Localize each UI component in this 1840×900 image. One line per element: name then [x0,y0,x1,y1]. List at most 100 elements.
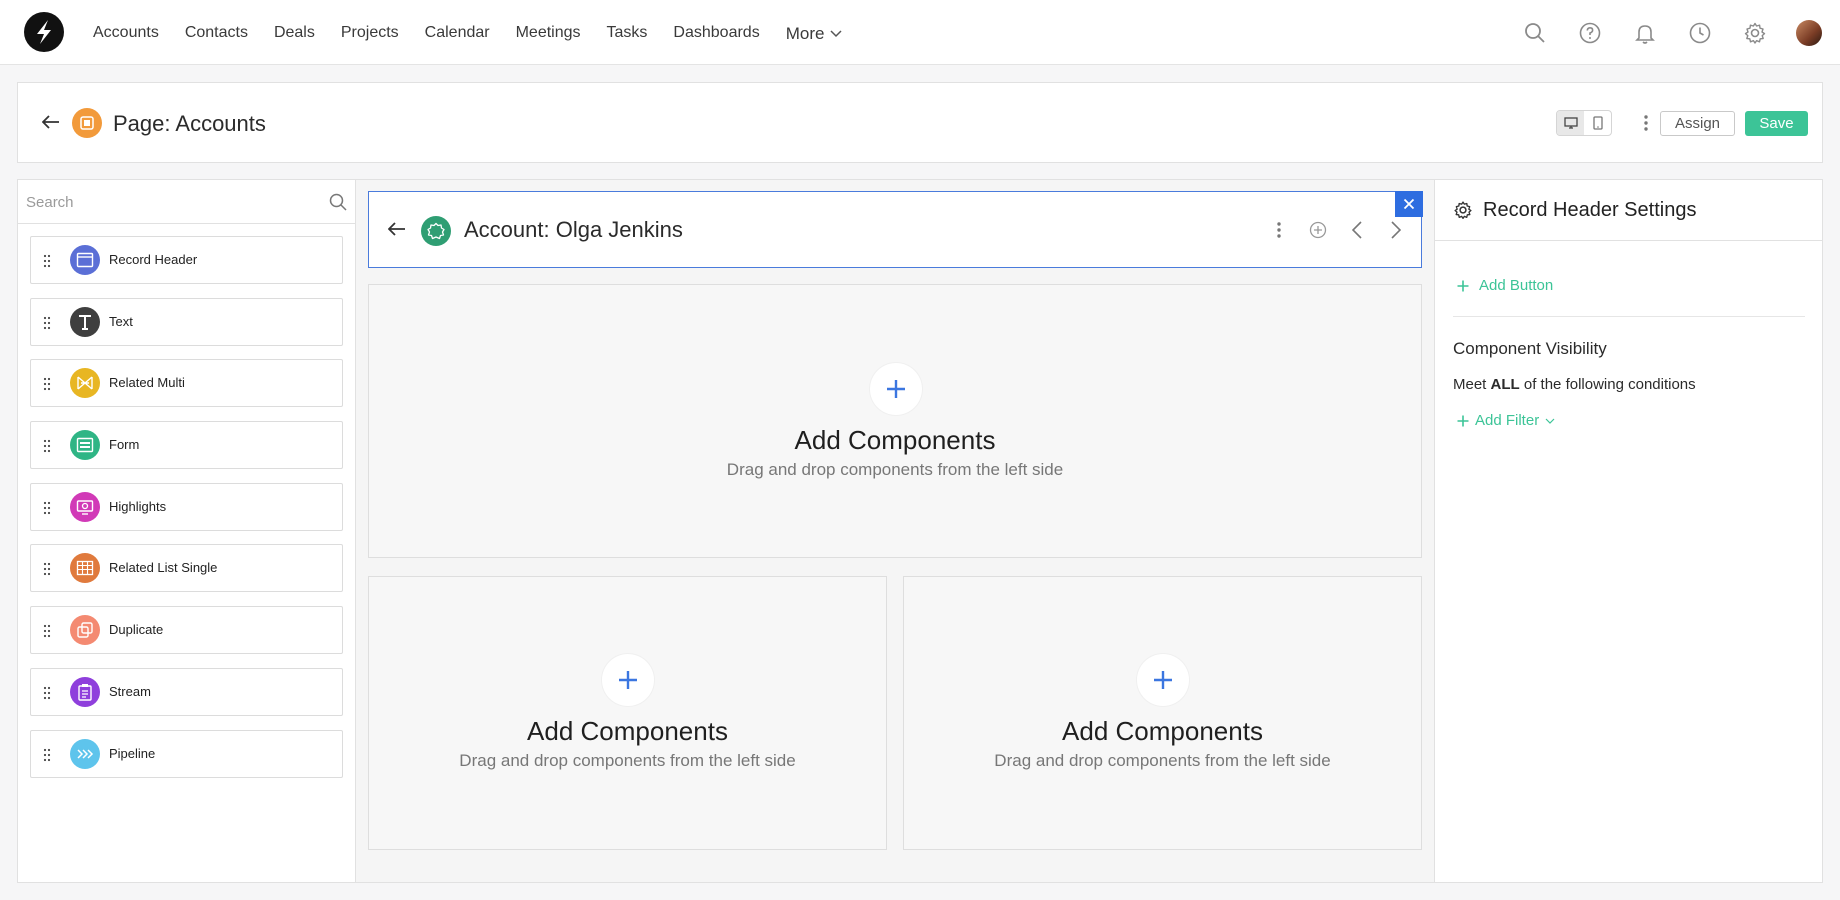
bell-icon[interactable] [1617,13,1672,53]
add-component-button[interactable] [870,363,922,415]
plus-icon [1457,415,1469,426]
component-highlights[interactable]: Highlights [30,482,343,531]
condition-suffix: of the following conditions [1523,376,1696,393]
settings-panel: Record Header Settings Add Button Compon… [1434,179,1823,883]
logo-icon[interactable] [24,12,64,52]
chevron-down-icon [830,29,842,37]
component-label: Duplicate [109,622,164,638]
chevron-left-icon[interactable] [1337,212,1376,248]
search-icon[interactable] [328,192,348,212]
nav-item-calendar[interactable]: Calendar [425,24,490,42]
related-list-icon [70,553,100,584]
mobile-view-icon[interactable] [1584,111,1611,135]
nav-item-accounts[interactable]: Accounts [93,24,159,42]
add-circle-icon[interactable] [1298,212,1337,248]
component-label: Highlights [109,498,167,514]
search-icon[interactable] [1507,13,1562,53]
drag-handle-icon[interactable] [43,748,51,762]
page-title: Page: Accounts [113,111,266,136]
nav-item-deals[interactable]: Deals [274,24,315,42]
more-options-icon[interactable] [1259,212,1298,248]
drop-zone-subtitle: Drag and drop components from the left s… [459,751,796,770]
add-filter-dropdown[interactable]: Add Filter [1457,412,1555,429]
component-label: Pipeline [109,745,156,761]
component-record-header[interactable]: Record Header [30,236,343,284]
drag-handle-icon[interactable] [43,377,51,391]
component-pipeline[interactable]: Pipeline [30,729,343,778]
gear-icon [1454,201,1472,219]
clock-icon[interactable] [1672,13,1727,53]
record-header-icon [70,245,100,275]
component-label: Text [109,313,133,329]
component-related-multi[interactable]: Related Multi [30,359,343,408]
avatar[interactable] [1796,19,1822,46]
duplicate-icon [70,615,100,646]
components-panel: Record Header Text Related Multi Form [17,179,356,883]
chevron-right-icon[interactable] [1376,212,1415,248]
drag-handle-icon[interactable] [43,439,51,453]
component-related-list-single[interactable]: Related List Single [30,544,343,593]
nav-item-contacts[interactable]: Contacts [185,24,248,42]
drop-zone-subtitle: Drag and drop components from the left s… [726,460,1064,479]
drag-handle-icon[interactable] [43,501,51,515]
component-label: Stream [109,683,151,699]
account-icon [421,216,451,246]
component-label: Related Multi [109,375,185,391]
component-form[interactable]: Form [30,421,343,470]
nav-more-menu[interactable]: More [786,24,843,44]
settings-title: Record Header Settings [1483,199,1697,221]
gear-icon[interactable] [1727,13,1782,53]
drag-handle-icon[interactable] [43,254,51,268]
drag-handle-icon[interactable] [43,562,51,576]
component-text[interactable]: Text [30,297,343,346]
component-list: Record Header Text Related Multi Form Hi… [30,236,343,791]
help-icon[interactable] [1562,13,1617,53]
drop-zone-bottom-left[interactable]: Add Components Drag and drop components … [368,576,887,850]
drop-zone-title: Add Components [794,425,996,455]
back-arrow-icon[interactable] [385,217,409,241]
drop-zone-subtitle: Drag and drop components from the left s… [994,751,1331,770]
desktop-view-icon[interactable] [1557,111,1584,135]
pipeline-icon [70,738,100,769]
drop-zone-title: Add Components [527,716,728,746]
record-header-component[interactable]: Account: Olga Jenkins [368,191,1422,268]
component-stream[interactable]: Stream [30,667,343,716]
nav-item-meetings[interactable]: Meetings [516,24,581,42]
condition-text: Meet ALL of the following conditions [1453,376,1696,393]
record-title: Account: Olga Jenkins [464,217,683,242]
stream-icon [70,676,100,707]
nav-item-dashboards[interactable]: Dashboards [673,24,759,42]
drag-handle-icon[interactable] [43,316,51,330]
drop-zone-bottom-right[interactable]: Add Components Drag and drop components … [903,576,1422,850]
save-button[interactable]: Save [1745,111,1808,136]
close-icon[interactable] [1395,191,1423,217]
nav-item-tasks[interactable]: Tasks [607,24,648,42]
drop-zone-top[interactable]: Add Components Drag and drop components … [368,284,1422,558]
condition-prefix: Meet [1453,376,1487,393]
add-filter-label: Add Filter [1475,412,1540,429]
assign-button[interactable]: Assign [1660,111,1735,136]
settings-header: Record Header Settings [1435,180,1822,241]
component-label: Form [109,437,140,453]
more-options-icon[interactable] [1636,110,1656,136]
nav-item-projects[interactable]: Projects [341,24,399,42]
visibility-heading: Component Visibility [1453,339,1607,358]
drag-handle-icon[interactable] [43,624,51,638]
plus-icon [1457,280,1469,291]
component-duplicate[interactable]: Duplicate [30,606,343,655]
component-label: Related List Single [109,560,218,576]
add-component-button[interactable] [602,654,654,706]
drop-zone-title: Add Components [1062,716,1263,746]
add-button-link[interactable]: Add Button [1457,277,1553,294]
back-arrow-icon[interactable] [38,109,64,135]
condition-operator: ALL [1490,376,1520,393]
add-component-button[interactable] [1137,654,1189,706]
drag-handle-icon[interactable] [43,686,51,700]
component-search [18,180,355,224]
nav-more-label: More [785,23,825,43]
device-toggle [1556,110,1612,136]
chevron-down-icon [1545,418,1555,424]
search-input[interactable] [26,190,316,214]
component-label: Record Header [109,252,198,267]
related-multi-icon [70,368,100,399]
